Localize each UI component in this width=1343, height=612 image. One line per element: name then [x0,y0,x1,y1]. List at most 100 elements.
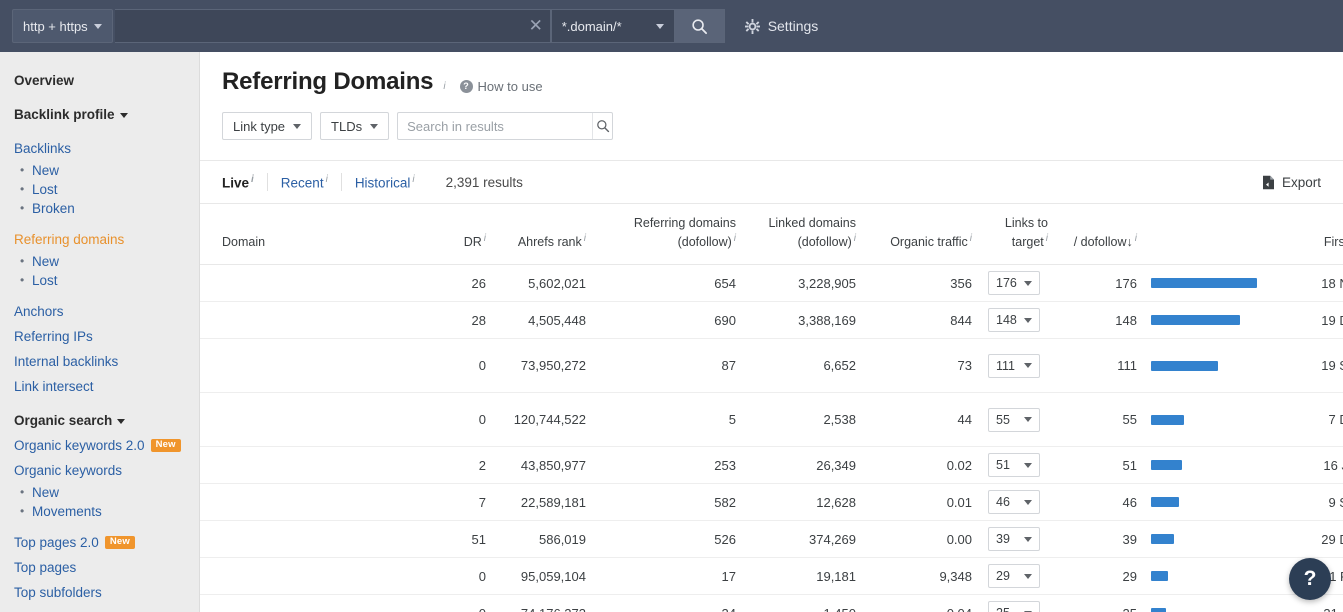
sidebar-item-anchors[interactable]: Anchors [14,299,199,324]
info-icon[interactable]: i [326,174,328,185]
links-to-target-dropdown[interactable]: 148 [988,308,1040,333]
sidebar-item-new[interactable]: New [14,252,199,271]
sidebar-item-organic-keywords-2-0[interactable]: Organic keywords 2.0 New [14,433,199,458]
column-header-line2: target [1011,235,1044,250]
column-header-refdom[interactable]: Referring domains (dofollow) i [594,204,744,266]
top-search-bar: http + https ✕ *.domain/* Settings [0,0,1343,52]
sidebar-item-label: New [32,254,60,269]
sidebar-item-top-pages[interactable]: Top pages [14,555,199,580]
sidebar-item-lost[interactable]: Lost [14,271,199,290]
filter-bar: Link type TLDs [200,96,1343,140]
page-title: Referring Domains [222,68,434,95]
info-icon[interactable]: i [251,174,254,185]
cell-domain [200,446,432,485]
info-icon[interactable]: i [412,174,414,185]
info-icon[interactable]: i [854,233,856,244]
chevron-down-icon [1024,499,1032,505]
links-to-target-dropdown[interactable]: 51 [988,453,1040,478]
export-button[interactable]: Export [1262,175,1321,190]
table-row[interactable]: 284,505,4486903,388,169844 148 148 19 Dec '… [200,301,1343,340]
column-header-traffic[interactable]: Organic traffic i [864,204,980,266]
sidebar-item-overview[interactable]: Overview [14,68,199,93]
sidebar-item-link-intersect[interactable]: Link intersect [14,374,199,399]
table-row[interactable]: 243,850,97725326,3490.02 51 51 16 Jan '21 [200,446,1343,485]
cell-linked-domains: 3,388,169 [744,301,864,340]
chevron-down-icon [293,123,302,129]
table-row[interactable]: 095,059,1041719,1819,34829291 Feb '21 [200,557,1343,596]
cell-links-to-target: 25 [980,594,1056,612]
links-to-target-dropdown[interactable]: 29 [988,564,1040,589]
search-in-results-input[interactable] [398,113,593,139]
sidebar-item-organic-search[interactable]: Organic search [14,408,199,433]
links-to-target-dropdown[interactable]: 176 [988,271,1040,296]
sidebar-item-top-pages-2-0[interactable]: Top pages 2.0 New [14,530,199,555]
links-to-target-dropdown[interactable]: 39 [988,527,1040,552]
close-icon[interactable]: ✕ [522,10,550,42]
info-icon[interactable]: i [584,233,586,244]
table-row[interactable]: 074,176,273241,4500.04252531 Jan '21 [200,594,1343,612]
cell-linked-domains: 6,652 [744,338,864,394]
links-to-target-dropdown[interactable]: 55 [988,407,1040,432]
sidebar-item-top-subfolders[interactable]: Top subfolders [14,580,199,605]
search-button[interactable] [674,9,725,43]
sidebar-item-organic-keywords[interactable]: Organic keywords [14,458,199,483]
column-header-domain[interactable]: Domain [200,204,432,266]
table-row[interactable]: 0120,744,52252,53844 55 55 7 Dec '20 [200,392,1343,448]
tab-recent[interactable]: Recent i [268,173,342,191]
column-header-seen[interactable]: First seeni [1277,204,1343,266]
sidebar-item-referring-domains[interactable]: Referring domains [14,227,199,252]
links-to-target-dropdown[interactable]: 111 [988,353,1040,378]
info-icon[interactable]: i [734,233,736,244]
sidebar-item-referring-ips[interactable]: Referring IPs [14,324,199,349]
protocol-selector[interactable]: http + https [12,9,113,43]
cell-organic-traffic: 356 [864,264,980,303]
how-to-use-link[interactable]: ? How to use [459,79,543,94]
table-row[interactable]: 073,950,272876,65273 111 111 19 Sep '20 [200,338,1343,394]
cell-dofollow: 25 [1056,594,1151,612]
settings-button[interactable]: Settings [744,18,818,34]
sidebar-item-top-subdomains[interactable]: Top subdomains [14,605,199,612]
cell-dofollow-bar [1151,483,1277,522]
sidebar-item-lost[interactable]: Lost [14,180,199,199]
scope-selector[interactable]: *.domain/* [550,9,675,43]
table-row[interactable]: 51586,019526374,2690.00 39 39 29 Dec '20 [200,520,1343,559]
column-header-linked[interactable]: Linked domains (dofollow) i [744,204,864,266]
column-header-links[interactable]: Links to target i [980,204,1056,266]
column-header-rank[interactable]: Ahrefs rank i [494,204,594,266]
tlds-filter[interactable]: TLDs [320,112,390,140]
search-in-results-button[interactable] [592,113,612,139]
table-row[interactable]: 265,602,0216543,228,905356 176 176 18 Nov '… [200,264,1343,303]
url-input[interactable] [114,10,522,42]
sidebar-item-backlink-profile[interactable]: Backlink profile [14,102,199,127]
page-title-info-icon[interactable]: i [443,81,445,92]
cell-linked-domains: 3,228,905 [744,264,864,303]
sidebar-item-new[interactable]: New [14,161,199,180]
column-header-dr[interactable]: DR i [432,204,494,266]
link-type-filter[interactable]: Link type [222,112,313,140]
tab-live[interactable]: Live i [222,173,268,191]
info-icon[interactable]: i [484,233,486,244]
cell-linked-domains: 26,349 [744,446,864,485]
table-row[interactable]: 722,589,18158212,6280.01 46 46 9 Sep '20 [200,483,1343,522]
sidebar-item-movements[interactable]: Movements [14,502,199,521]
info-icon[interactable]: i [1046,233,1048,244]
new-badge: New [150,438,181,453]
search-icon [596,120,609,133]
sidebar: Overview Backlink profile Backlinks New Lost… [0,52,200,612]
links-to-target-dropdown[interactable]: 46 [988,490,1040,515]
cell-ahrefs-rank: 4,505,448 [494,301,594,340]
sidebar-item-broken[interactable]: Broken [14,199,199,218]
help-bubble-button[interactable]: ? [1289,558,1331,600]
sidebar-item-backlinks[interactable]: Backlinks [14,136,199,161]
sidebar-item-internal-backlinks[interactable]: Internal backlinks [14,349,199,374]
info-icon[interactable]: i [970,233,972,244]
sidebar-item-new[interactable]: New [14,483,199,502]
links-to-target-value: 148 [996,313,1017,328]
column-header-dofol[interactable]: / dofollow↓ i [1056,204,1151,266]
cell-dr: 51 [432,520,494,559]
links-to-target-dropdown[interactable]: 25 [988,601,1040,612]
tab-historical[interactable]: Historical i [342,173,428,191]
info-icon[interactable]: i [1135,233,1137,244]
